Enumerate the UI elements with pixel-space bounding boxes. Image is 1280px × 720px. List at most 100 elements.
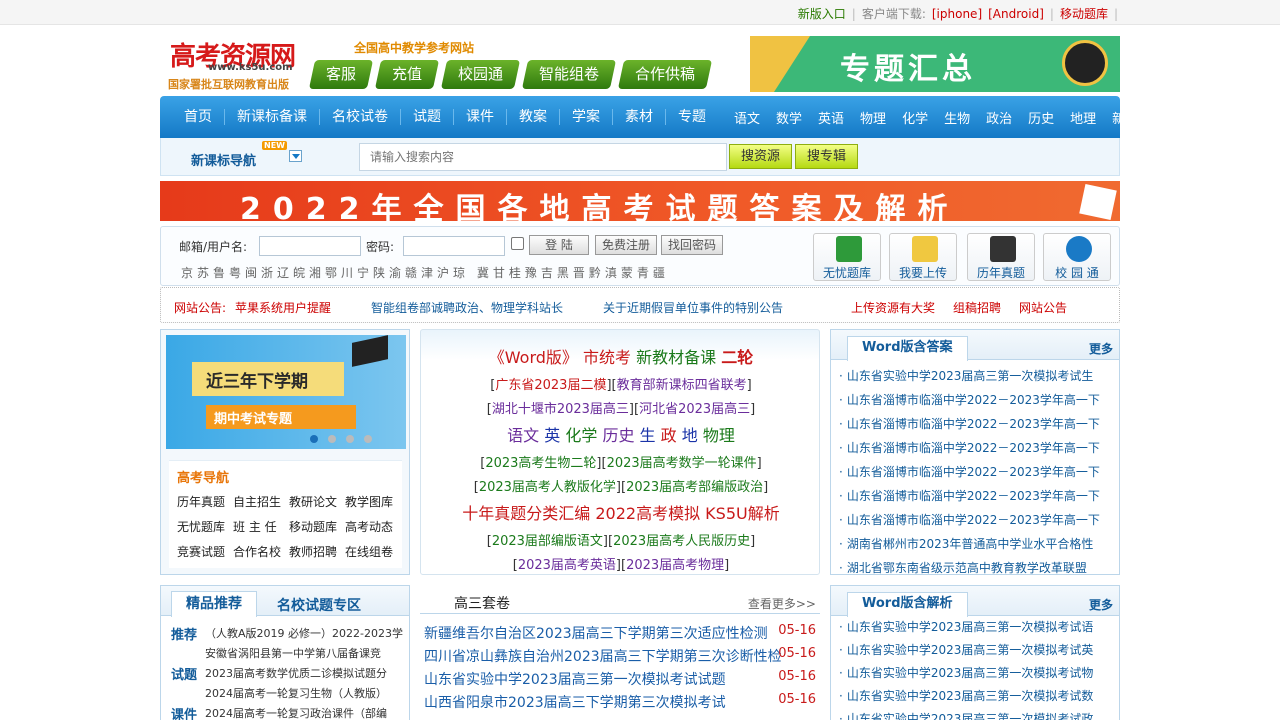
gk-link[interactable]: 自主招生 [233, 493, 289, 510]
service-button[interactable]: 客服 [308, 60, 374, 89]
list-item[interactable]: 湖北省鄂东南省级示范高中教育教学改革联盟 [839, 556, 1111, 580]
nav-new-curriculum[interactable]: 新课标备课 [225, 109, 320, 125]
list-item[interactable]: 山东省实验中学2023届高三第一次模拟考试生 [839, 364, 1111, 388]
past-exams-tool[interactable]: 历年真题 [967, 233, 1035, 281]
site-logo[interactable]: 高考资源网 www.ks5u.com 国家署批互联网教育出版 [168, 36, 308, 92]
list-item[interactable]: 山东省实验中学2023届高三第一次模拟考试政 [839, 708, 1111, 720]
subject-geography[interactable]: 地理 [1062, 108, 1104, 127]
forgot-password-button[interactable]: 找回密码 [661, 235, 723, 255]
notice-item[interactable]: 网站公告 [1019, 299, 1067, 316]
campus-button[interactable]: 校园通 [440, 60, 521, 89]
list-item[interactable]: 山东省实验中学2023届高三第一次模拟考试数 [839, 685, 1111, 708]
gk-link[interactable]: 移动题库 [289, 518, 345, 535]
table-row[interactable]: 新疆维吾尔自治区2023届高三下学期第三次适应性检测 05-16 [424, 623, 816, 643]
list-item[interactable]: 山东省淄博市临淄中学2022－2023学年高一下 [839, 508, 1111, 532]
username-input[interactable] [259, 236, 361, 256]
promo-slideshow[interactable]: 近三年下学期 期中考试专题 [166, 335, 406, 449]
search-input[interactable] [359, 143, 727, 171]
gk-link[interactable]: 无忧题库 [177, 518, 233, 535]
password-input[interactable] [403, 236, 505, 256]
subject-english[interactable]: 英语 [810, 108, 852, 127]
subject-chinese[interactable]: 语文 [726, 108, 768, 127]
search-resource-button[interactable]: 搜资源 [729, 144, 792, 169]
topic-banner[interactable]: 专题汇总 [750, 36, 1120, 92]
search-album-button[interactable]: 搜专辑 [795, 144, 858, 169]
nav-study-plans[interactable]: 学案 [560, 109, 613, 125]
tab-recommend[interactable]: 精品推荐 [171, 591, 257, 617]
list-item[interactable]: 2024届高考一轮复习政治课件（部编 [205, 705, 405, 720]
subject-history[interactable]: 历史 [1020, 108, 1062, 127]
table-row[interactable]: 四川省凉山彝族自治州2023届高三下学期第三次诊断性检 05-16 [424, 646, 816, 666]
mobile-bank-link[interactable]: 移动题库 [1060, 5, 1108, 22]
curriculum-dropdown[interactable] [289, 150, 302, 162]
upload-tool[interactable]: 我要上传 [889, 233, 957, 281]
new-version-link[interactable]: 新版入口 [798, 5, 846, 22]
province-links[interactable]: 京苏鲁粤闽浙辽皖湘鄂川宁陕渝赣津沪琼 冀甘桂豫吉黑晋黔滇蒙青疆 [181, 264, 669, 281]
subject-biology[interactable]: 生物 [936, 108, 978, 127]
answers-tab[interactable]: Word版含答案 [847, 336, 968, 361]
slide-dot[interactable] [346, 435, 354, 443]
list-item[interactable]: 山东省淄博市临淄中学2022－2023学年高一下 [839, 412, 1111, 436]
table-row[interactable]: 山东省实验中学2023届高三第一次模拟考试试题 05-16 [424, 669, 816, 689]
question-bank-tool[interactable]: 无忧题库 [813, 233, 881, 281]
suites-more-link[interactable]: 查看更多>> [748, 595, 816, 612]
gk-link[interactable]: 教师招聘 [289, 543, 345, 560]
iphone-link[interactable]: [iphone] [932, 7, 982, 21]
subject-chemistry[interactable]: 化学 [894, 108, 936, 127]
campus-tool[interactable]: 校 园 通 [1043, 233, 1111, 281]
gk-link[interactable]: 在线组卷 [345, 543, 401, 560]
login-button[interactable]: 登 陆 [529, 235, 589, 255]
subject-physics[interactable]: 物理 [852, 108, 894, 127]
remember-checkbox[interactable] [511, 237, 524, 250]
slide-dot[interactable] [364, 435, 372, 443]
android-link[interactable]: [Android] [988, 7, 1044, 21]
smart-paper-button[interactable]: 智能组卷 [521, 60, 617, 89]
nav-home[interactable]: 首页 [172, 109, 225, 125]
subject-math[interactable]: 数学 [768, 108, 810, 127]
nav-school-papers[interactable]: 名校试卷 [320, 109, 401, 125]
gk-link[interactable]: 竞赛试题 [177, 543, 233, 560]
gk-link[interactable]: 合作名校 [233, 543, 289, 560]
nav-questions[interactable]: 试题 [401, 109, 454, 125]
list-item[interactable]: 山东省淄博市临淄中学2022－2023学年高一下 [839, 388, 1111, 412]
gk-link[interactable]: 历年真题 [177, 493, 233, 510]
list-item[interactable]: （人教A版2019 必修一）2022-2023学 [205, 625, 405, 641]
nav-topics[interactable]: 专题 [666, 109, 718, 125]
notice-item[interactable]: 关于近期假冒单位事件的特别公告 [603, 299, 783, 316]
slide-dot[interactable] [310, 435, 318, 443]
gaokao-banner[interactable]: 2022年全国各地高考试题答案及解析 [160, 181, 1120, 221]
notice-item[interactable]: 苹果系统用户提醒 [235, 299, 331, 316]
gk-link[interactable]: 班 主 任 [233, 518, 289, 535]
notice-item[interactable]: 上传资源有大奖 [851, 299, 935, 316]
list-item[interactable]: 山东省淄博市临淄中学2022－2023学年高一下 [839, 460, 1111, 484]
list-item[interactable]: 安徽省涡阳县第一中学第八届备课竞 [205, 645, 405, 661]
tab-school-papers[interactable]: 名校试题专区 [277, 595, 361, 615]
table-row[interactable]: 山西省阳泉市2023届高三下学期第三次模拟考试 05-16 [424, 692, 816, 712]
nav-lesson-plans[interactable]: 教案 [507, 109, 560, 125]
analysis-tab[interactable]: Word版含解析 [847, 592, 968, 617]
list-item[interactable]: 山东省实验中学2023届高三第一次模拟考试英 [839, 639, 1111, 662]
list-item[interactable]: 2023届高考数学优质二诊模拟试题分 [205, 665, 405, 681]
curriculum-nav-label[interactable]: 新课标导航 [191, 150, 256, 169]
list-item[interactable]: 山东省实验中学2023届高三第一次模拟考试语 [839, 616, 1111, 639]
list-item[interactable]: 山东省淄博市临淄中学2022－2023学年高一下 [839, 436, 1111, 460]
register-button[interactable]: 免费注册 [595, 235, 657, 255]
analysis-more-link[interactable]: 更多 [1089, 596, 1113, 613]
gk-link[interactable]: 高考动态 [345, 518, 401, 535]
list-item[interactable]: 山东省淄博市临淄中学2022－2023学年高一下 [839, 484, 1111, 508]
gk-link[interactable]: 教研论文 [289, 493, 345, 510]
contribute-button[interactable]: 合作供稿 [617, 60, 713, 89]
slide-dot[interactable] [328, 435, 336, 443]
recharge-button[interactable]: 充值 [374, 60, 440, 89]
list-item[interactable]: 2024届高考一轮复习生物（人教版） [205, 685, 405, 701]
newbie-menu[interactable]: 新手 [1104, 108, 1156, 127]
notice-item[interactable]: 组稿招聘 [953, 299, 1001, 316]
nav-materials[interactable]: 素材 [613, 109, 666, 125]
list-item[interactable]: 山东省实验中学2023届高三第一次模拟考试物 [839, 662, 1111, 685]
nav-courseware[interactable]: 课件 [454, 109, 507, 125]
notice-item[interactable]: 智能组卷部诚聘政治、物理学科站长 [371, 299, 563, 316]
gk-link[interactable]: 教学图库 [345, 493, 401, 510]
answers-more-link[interactable]: 更多 [1089, 340, 1113, 357]
list-item[interactable]: 湖南省郴州市2023年普通高中学业水平合格性 [839, 532, 1111, 556]
subject-politics[interactable]: 政治 [978, 108, 1020, 127]
